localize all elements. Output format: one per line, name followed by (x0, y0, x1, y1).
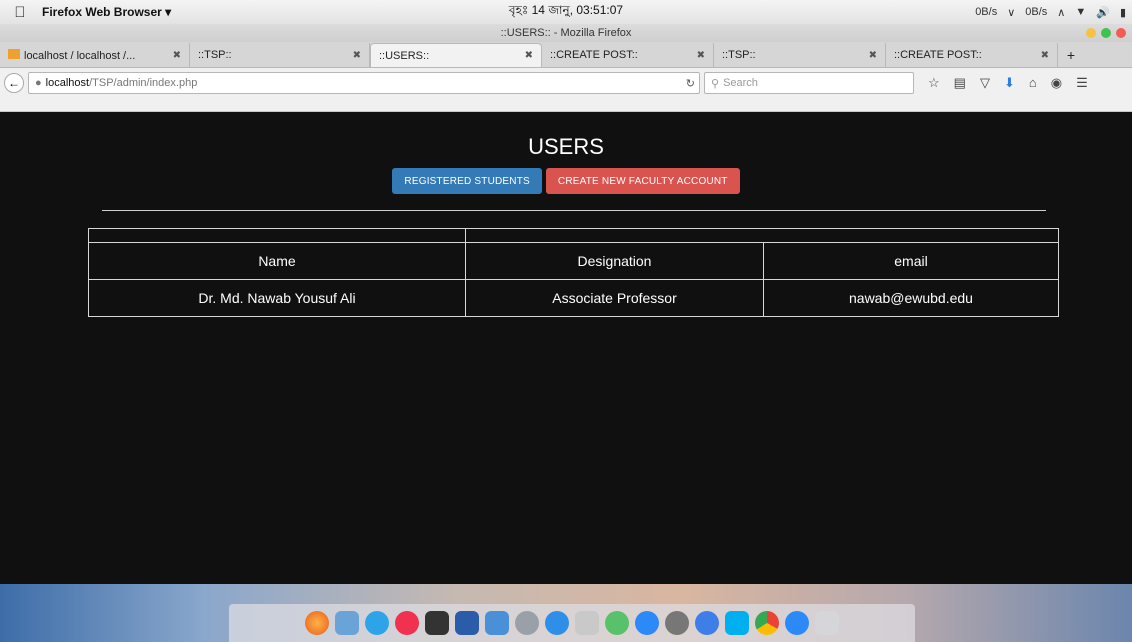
preview-icon[interactable] (335, 611, 359, 635)
window-title: ::USERS:: - Mozilla Firefox (500, 27, 632, 39)
home-icon[interactable]: ⌂ (1029, 75, 1037, 91)
tab-label: localhost / localhost /... (24, 49, 136, 62)
reload-icon[interactable]: ↻ (686, 77, 695, 90)
minimize-button[interactable] (1086, 28, 1096, 38)
close-icon[interactable]: ✖ (869, 50, 877, 61)
app-store-icon[interactable] (545, 611, 569, 635)
window-titlebar: ::USERS:: - Mozilla Firefox (0, 24, 1132, 42)
close-icon[interactable]: ✖ (173, 50, 181, 61)
tab-tsp[interactable]: ::TSP:: ✖ (190, 43, 370, 67)
menu-icon[interactable]: ☰ (1076, 75, 1088, 91)
page-title: USERS (528, 134, 604, 159)
finder-icon[interactable] (485, 611, 509, 635)
column-header-name: Name (88, 242, 466, 280)
cell-designation: Associate Professor (465, 279, 764, 317)
messenger-icon[interactable] (635, 611, 659, 635)
url-bar[interactable]: ● localhost /TSP/admin/index.php ↻ (28, 72, 700, 94)
search-icon: ⚲ (711, 77, 720, 90)
chevron-up-icon[interactable]: ∧ (1057, 6, 1065, 19)
maximize-button[interactable] (1101, 28, 1111, 38)
search-input[interactable]: ⚲ Search (704, 72, 914, 94)
new-tab-button[interactable]: + (1058, 43, 1084, 67)
page-content: USERS REGISTERED STUDENTS CREATE NEW FAC… (0, 112, 1132, 584)
table-cell (465, 228, 1059, 243)
tab-create-post[interactable]: ::CREATE POST:: ✖ (542, 43, 714, 67)
chat-icon[interactable]: ◉ (1051, 75, 1062, 91)
close-icon[interactable]: ✖ (1041, 50, 1049, 61)
table-header-row: Name Designation email (88, 242, 1059, 280)
close-icon[interactable]: ✖ (525, 50, 533, 61)
close-window-button[interactable] (1116, 28, 1126, 38)
os-menubar:  Firefox Web Browser ▾ বৃহঃ 14 জানু, 03… (0, 0, 1132, 24)
tab-localhost[interactable]: localhost / localhost /... ✖ (0, 43, 190, 67)
dock (229, 604, 915, 642)
close-icon[interactable]: ✖ (697, 50, 705, 61)
column-header-email: email (763, 242, 1059, 280)
bookmark-star-icon[interactable]: ☆ (928, 75, 940, 91)
status-area: 0B/s ∨ 0B/s ∧ ▼ 🔊 ▮ (975, 0, 1126, 24)
table-row: Dr. Md. Nawab Yousuf Ali Associate Profe… (88, 279, 1059, 317)
tab-tsp-2[interactable]: ::TSP:: ✖ (714, 43, 886, 67)
cell-name: Dr. Md. Nawab Yousuf Ali (88, 279, 466, 317)
divider (102, 210, 1046, 211)
volume-icon[interactable]: 🔊 (1096, 6, 1110, 19)
download-icon[interactable]: ⬇ (1004, 75, 1015, 91)
button-row: REGISTERED STUDENTS CREATE NEW FACULTY A… (0, 168, 1132, 194)
battery-icon[interactable]: ▮ (1120, 6, 1126, 19)
table-spacer-row (88, 228, 1059, 243)
window-controls (1086, 28, 1126, 38)
settings-icon[interactable] (665, 611, 689, 635)
column-header-designation: Designation (465, 242, 764, 280)
create-faculty-account-button[interactable]: CREATE NEW FACULTY ACCOUNT (545, 168, 740, 194)
bookmarks-icon[interactable]: ▤ (954, 75, 966, 91)
firefox-icon[interactable] (305, 611, 329, 635)
tab-label: ::CREATE POST:: (550, 49, 638, 61)
net-down-indicator: 0B/s (975, 6, 998, 18)
skype-icon[interactable] (725, 611, 749, 635)
search-placeholder: Search (723, 77, 758, 89)
tab-label: ::CREATE POST:: (894, 49, 982, 61)
system-icon[interactable] (515, 611, 539, 635)
site-info-icon[interactable]: ● (35, 77, 42, 89)
tab-users[interactable]: ::USERS:: ✖ (370, 43, 542, 67)
close-icon[interactable]: ✖ (353, 50, 361, 61)
url-host: localhost (45, 77, 90, 89)
table-cell (88, 228, 466, 243)
url-path: /TSP/admin/index.php (89, 77, 198, 89)
pocket-icon[interactable]: ▽ (980, 75, 990, 91)
nav-bar: ← ● localhost /TSP/admin/index.php ↻ ⚲ S… (0, 68, 1132, 112)
chevron-down-icon[interactable]: ∨ (1007, 6, 1015, 19)
launchpad-icon[interactable] (815, 611, 839, 635)
apple-icon[interactable]:  (0, 4, 40, 21)
app-menu[interactable]: Firefox Web Browser ▾ (42, 5, 222, 19)
chrome-icon[interactable] (755, 611, 779, 635)
cell-email: nawab@ewubd.edu (763, 279, 1059, 317)
users-table: Name Designation email Dr. Md. Nawab You… (88, 228, 1059, 317)
tab-bar: localhost / localhost /... ✖ ::TSP:: ✖ :… (0, 42, 1132, 68)
tools-icon[interactable] (575, 611, 599, 635)
phpmyadmin-icon (8, 48, 20, 59)
registered-students-button[interactable]: REGISTERED STUDENTS (392, 168, 542, 194)
net-up-indicator: 0B/s (1025, 6, 1048, 18)
messenger2-icon[interactable] (785, 611, 809, 635)
chat-app-icon[interactable] (605, 611, 629, 635)
tab-label: ::TSP:: (198, 49, 232, 61)
word-icon[interactable] (455, 611, 479, 635)
bluetooth-icon[interactable] (695, 611, 719, 635)
photo-booth-icon[interactable] (425, 611, 449, 635)
back-button[interactable]: ← (4, 73, 24, 93)
tab-label: ::USERS:: (379, 49, 430, 62)
toolbar-icons: ☆ ▤ ▽ ⬇ ⌂ ◉ ☰ (928, 75, 1088, 91)
messages-icon[interactable] (365, 611, 389, 635)
tab-create-post-2[interactable]: ::CREATE POST:: ✖ (886, 43, 1058, 67)
tab-label: ::TSP:: (722, 49, 756, 61)
itunes-icon[interactable] (395, 611, 419, 635)
wifi-icon[interactable]: ▼ (1075, 6, 1086, 18)
